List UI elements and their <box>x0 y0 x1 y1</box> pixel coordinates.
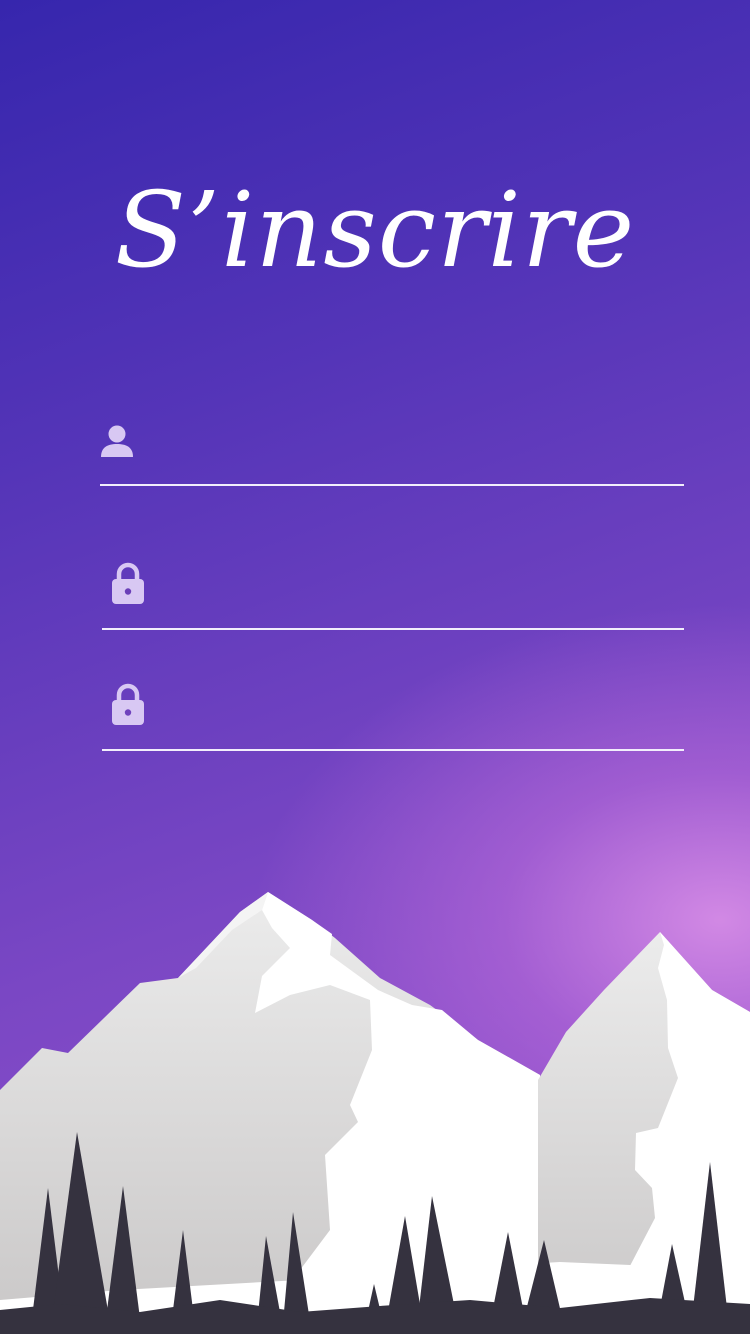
confirm-password-input[interactable] <box>172 697 684 743</box>
password-input[interactable] <box>172 576 684 622</box>
lock-icon <box>111 683 145 729</box>
username-field[interactable] <box>100 422 684 486</box>
signup-screen: S’inscrire <box>0 0 750 1334</box>
username-input[interactable] <box>170 432 684 478</box>
page-title: S’inscrire <box>114 169 636 291</box>
password-field[interactable] <box>102 562 684 630</box>
user-icon <box>100 424 134 462</box>
lock-icon <box>111 562 145 608</box>
confirm-password-underline <box>102 749 684 751</box>
password-underline <box>102 628 684 630</box>
confirm-password-field[interactable] <box>102 683 684 751</box>
mountain-illustration <box>0 892 750 1334</box>
username-underline <box>100 484 684 486</box>
